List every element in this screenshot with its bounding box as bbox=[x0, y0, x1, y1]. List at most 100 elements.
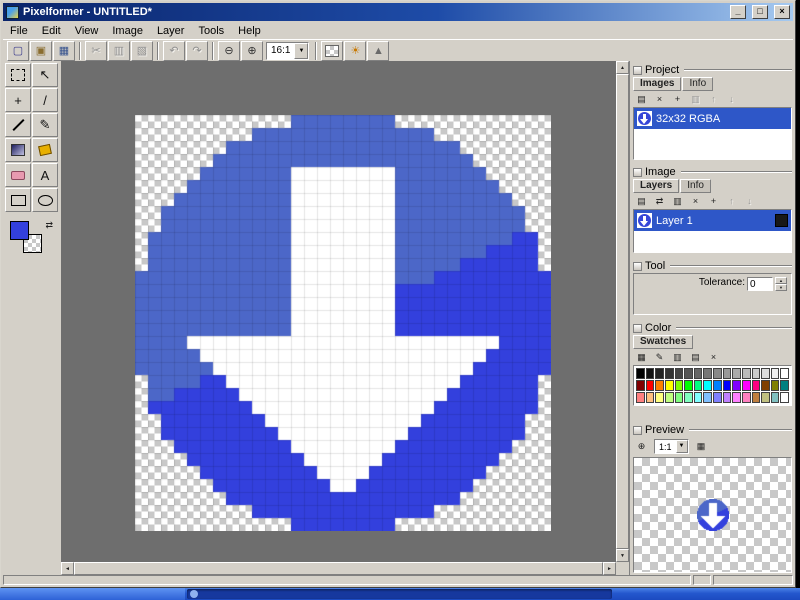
menu-tools[interactable]: Tools bbox=[191, 24, 231, 38]
scroll-up-icon[interactable]: ▲ bbox=[616, 61, 629, 74]
color-swatch[interactable] bbox=[752, 392, 761, 403]
color-swatch[interactable] bbox=[742, 380, 751, 391]
tolerance-increment-button[interactable]: ▲ bbox=[775, 277, 787, 284]
color-swatch[interactable] bbox=[655, 368, 664, 379]
rectangle-tool[interactable] bbox=[5, 188, 31, 212]
pixel-canvas[interactable] bbox=[135, 115, 551, 531]
horizontal-scroll-thumb[interactable] bbox=[74, 562, 603, 575]
delete-button[interactable]: × bbox=[651, 92, 668, 106]
color-swatch[interactable] bbox=[684, 392, 693, 403]
gradient-tool[interactable] bbox=[5, 138, 31, 162]
fill-tool[interactable] bbox=[32, 138, 58, 162]
color-swatch[interactable] bbox=[713, 392, 722, 403]
color-swatch[interactable] bbox=[694, 368, 703, 379]
rectangular-selection-tool[interactable] bbox=[5, 63, 31, 87]
save-button[interactable]: ▦ bbox=[53, 41, 75, 61]
color-swatch[interactable] bbox=[684, 368, 693, 379]
zoom-in-button[interactable]: ⊕ bbox=[241, 41, 263, 61]
tolerance-input[interactable]: 0 bbox=[747, 277, 773, 291]
color-swatch[interactable] bbox=[761, 392, 770, 403]
menu-edit[interactable]: Edit bbox=[35, 24, 68, 38]
minimize-button[interactable]: _ bbox=[730, 5, 746, 19]
menu-help[interactable]: Help bbox=[231, 24, 268, 38]
image-tab-layers[interactable]: Layers bbox=[633, 179, 679, 193]
menu-file[interactable]: File bbox=[3, 24, 35, 38]
swap-colors-icon[interactable]: ⇄ bbox=[45, 220, 53, 231]
layer-thumbnail[interactable] bbox=[775, 214, 788, 227]
color-swatch[interactable] bbox=[761, 380, 770, 391]
delete-button[interactable]: × bbox=[687, 194, 704, 208]
color-swatch[interactable] bbox=[694, 392, 703, 403]
color-swatch[interactable] bbox=[742, 368, 751, 379]
menu-image[interactable]: Image bbox=[105, 24, 150, 38]
horizontal-scrollbar[interactable]: ◄ ► bbox=[61, 562, 616, 575]
close-button[interactable]: × bbox=[774, 5, 790, 19]
project-image-list[interactable]: 32x32 RGBA bbox=[633, 107, 792, 160]
color-swatch[interactable] bbox=[732, 380, 741, 391]
color-swatch[interactable] bbox=[732, 392, 741, 403]
color-swatch[interactable] bbox=[675, 392, 684, 403]
color-swatch[interactable] bbox=[713, 368, 722, 379]
dropdown-icon[interactable]: ▼ bbox=[294, 43, 308, 59]
vertical-scroll-thumb[interactable] bbox=[616, 74, 629, 549]
color-swatch[interactable] bbox=[780, 380, 789, 391]
properties-button[interactable]: ▤ bbox=[633, 92, 650, 106]
edit-swatch-button[interactable]: ✎ bbox=[651, 350, 668, 364]
save-palette-button[interactable]: ▤ bbox=[687, 350, 704, 364]
foreground-color-swatch[interactable] bbox=[10, 221, 29, 240]
layers-list[interactable]: Layer 1 bbox=[633, 209, 792, 253]
brightness-button[interactable]: ☀ bbox=[344, 41, 366, 61]
collapse-icon[interactable] bbox=[633, 426, 642, 435]
dropdown-icon[interactable]: ▼ bbox=[676, 440, 688, 453]
new-image-button[interactable]: ▢ bbox=[7, 41, 29, 61]
magic-wand-tool[interactable]: ↖ bbox=[32, 63, 58, 87]
preview-zoom-out-button[interactable]: ⊕ bbox=[633, 439, 650, 453]
project-tab-info[interactable]: Info bbox=[682, 77, 713, 91]
maximize-button[interactable]: □ bbox=[752, 5, 768, 19]
color-swatch[interactable] bbox=[665, 380, 674, 391]
collapse-icon[interactable] bbox=[633, 262, 642, 271]
color-swatch[interactable] bbox=[742, 392, 751, 403]
scroll-left-icon[interactable]: ◄ bbox=[61, 562, 74, 575]
color-swatch[interactable] bbox=[655, 380, 664, 391]
color-swatch[interactable] bbox=[655, 392, 664, 403]
color-swatch[interactable] bbox=[665, 392, 674, 403]
color-swatch[interactable] bbox=[636, 392, 645, 403]
color-swatch[interactable] bbox=[752, 380, 761, 391]
project-tab-images[interactable]: Images bbox=[633, 77, 681, 91]
text-tool[interactable]: A bbox=[32, 163, 58, 187]
zoom-out-button[interactable]: ⊖ bbox=[218, 41, 240, 61]
color-swatch[interactable] bbox=[713, 380, 722, 391]
eraser-tool[interactable] bbox=[5, 163, 31, 187]
color-swatch[interactable] bbox=[771, 368, 780, 379]
color-swatch[interactable] bbox=[646, 368, 655, 379]
color-swatch[interactable] bbox=[646, 392, 655, 403]
open-palette-button[interactable]: ▥ bbox=[669, 350, 686, 364]
color-swatch[interactable] bbox=[646, 380, 655, 391]
image-tab-info[interactable]: Info bbox=[680, 179, 711, 193]
collapse-icon[interactable] bbox=[633, 324, 642, 333]
color-swatch[interactable] bbox=[675, 368, 684, 379]
color-swatch[interactable] bbox=[771, 392, 780, 403]
collapse-icon[interactable] bbox=[633, 168, 642, 177]
color-swatch[interactable] bbox=[723, 380, 732, 391]
color-swatch[interactable] bbox=[703, 392, 712, 403]
color-swatch[interactable] bbox=[780, 368, 789, 379]
color-swatch[interactable] bbox=[780, 392, 789, 403]
delete-swatch-button[interactable]: × bbox=[705, 350, 722, 364]
color-swatch[interactable] bbox=[694, 380, 703, 391]
add-button[interactable]: + bbox=[669, 92, 686, 106]
list-item[interactable]: Layer 1 bbox=[634, 210, 791, 231]
merge-button[interactable]: ⇄ bbox=[651, 194, 668, 208]
menu-layer[interactable]: Layer bbox=[150, 24, 192, 38]
color-swatch[interactable] bbox=[723, 392, 732, 403]
color-swatch[interactable] bbox=[684, 380, 693, 391]
taskbar-button[interactable] bbox=[187, 589, 612, 599]
collapse-icon[interactable] bbox=[633, 66, 642, 75]
color-swatch[interactable] bbox=[723, 368, 732, 379]
background-button[interactable]: ▲ bbox=[367, 41, 389, 61]
scroll-down-icon[interactable]: ▼ bbox=[616, 549, 629, 562]
color-swatch[interactable] bbox=[636, 380, 645, 391]
color-swatch[interactable] bbox=[771, 380, 780, 391]
scroll-right-icon[interactable]: ► bbox=[603, 562, 616, 575]
